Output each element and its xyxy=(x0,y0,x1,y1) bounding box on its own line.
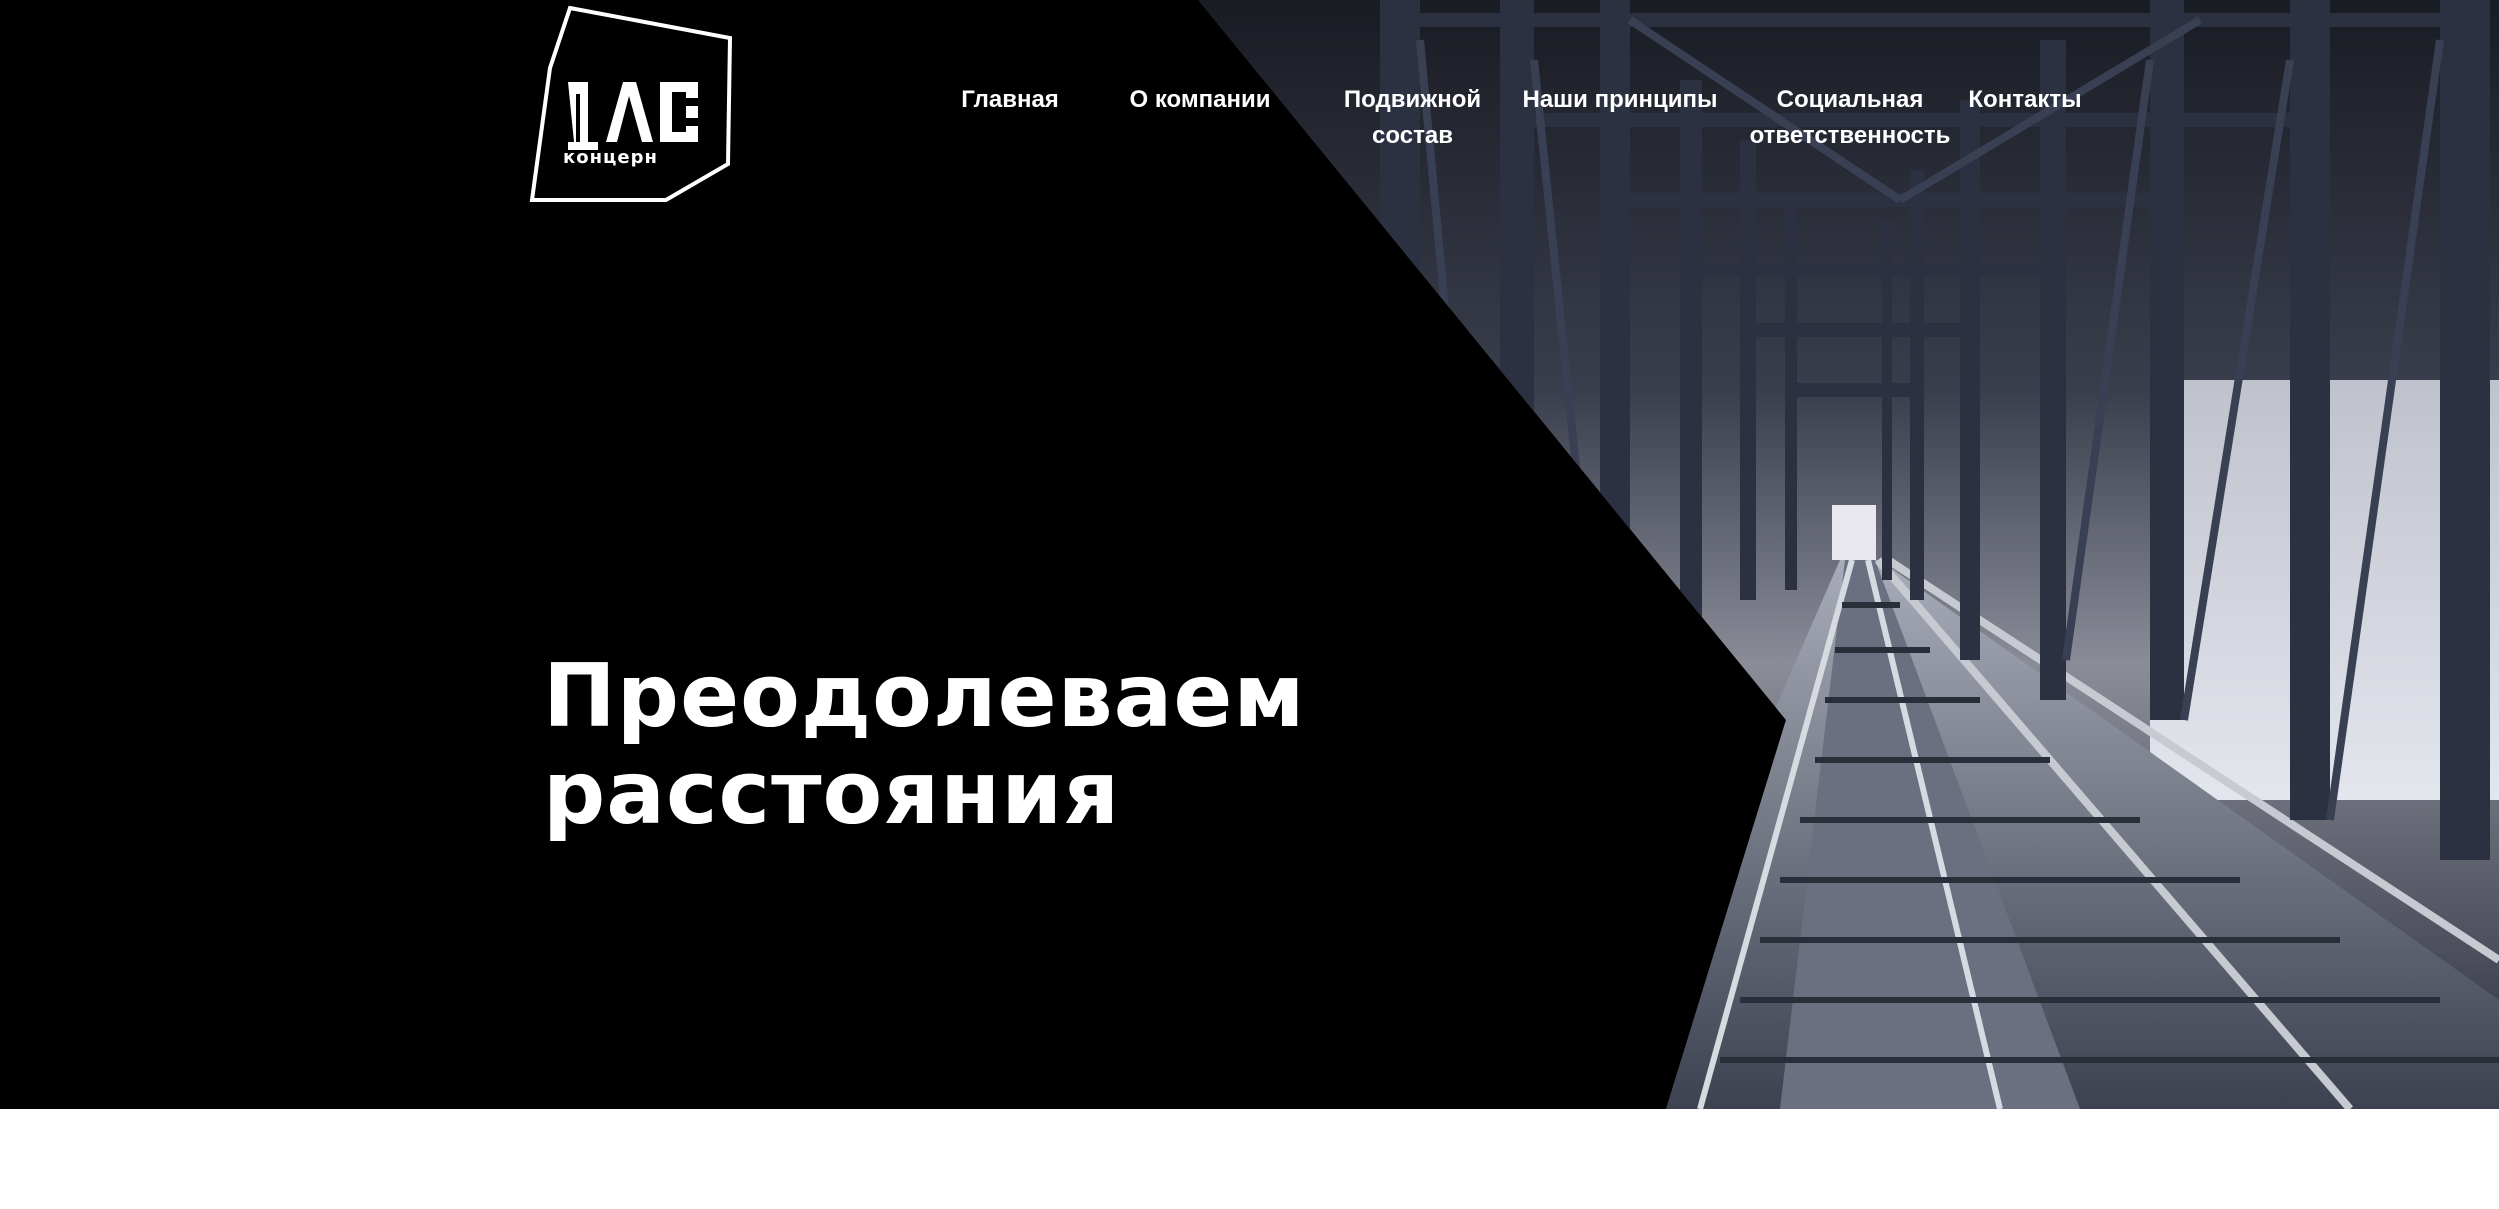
nav-item-principles[interactable]: Наши принципы xyxy=(1520,82,1720,118)
hero-headline: Преодолеваем расстояния xyxy=(543,648,1306,842)
nav-item-social-responsibility[interactable]: Социальная ответственность xyxy=(1745,82,1955,154)
railway-bridge-photo xyxy=(1198,0,2499,1109)
nav-item-home[interactable]: Главная xyxy=(950,82,1070,118)
nav-item-about[interactable]: О компании xyxy=(1120,82,1280,118)
headline-line-2: расстояния xyxy=(543,742,1121,844)
logo-subtitle: концерн xyxy=(563,147,658,168)
nav-item-rolling-stock[interactable]: Подвижной состав xyxy=(1340,82,1485,154)
nav-item-contacts[interactable]: Контакты xyxy=(1960,82,2090,118)
logo[interactable] xyxy=(528,4,734,204)
headline-line-1: Преодолеваем xyxy=(543,645,1306,747)
hero-section: концерн Главная О компании Подвижной сос… xyxy=(0,0,2499,1109)
page-content-area xyxy=(0,1109,2499,1209)
logo-mark-icon xyxy=(568,82,698,150)
